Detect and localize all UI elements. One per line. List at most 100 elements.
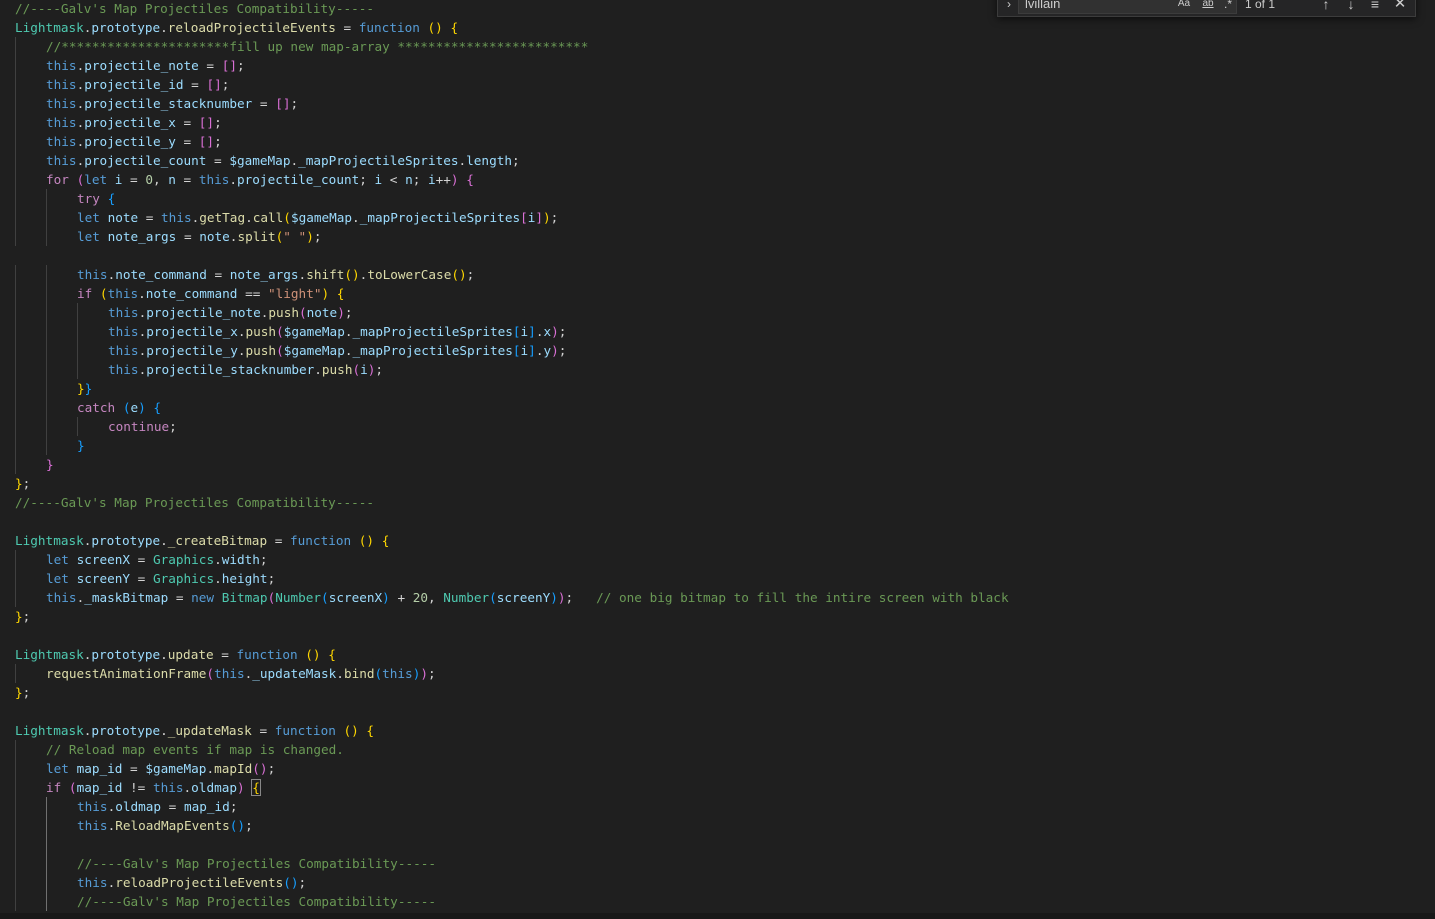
match-case-toggle[interactable]: Aa [1175, 0, 1193, 12]
indent-guide [15, 816, 16, 835]
code-token: . [160, 533, 168, 548]
code-token: () [343, 723, 359, 738]
code-token: this [108, 343, 139, 358]
code-token: //----Galv's Map Projectiles Compatibili… [77, 894, 437, 909]
code-token: ) [382, 590, 390, 605]
code-token: [ [520, 210, 528, 225]
code-token: . [229, 172, 238, 187]
code-line-content: let screenX = Graphics.width; [46, 550, 268, 569]
code-token: = [161, 799, 184, 814]
code-token: = [198, 58, 222, 73]
code-token: this [46, 590, 77, 605]
code-token: this [46, 77, 77, 92]
code-token: Number [443, 590, 490, 605]
code-token: $gameMap [283, 324, 345, 339]
code-token: ) [321, 286, 330, 301]
code-token: . [138, 286, 146, 301]
code-token: ( [68, 780, 77, 795]
code-token: ) [420, 666, 428, 681]
chevron-right-icon[interactable]: › [1002, 0, 1016, 11]
code-token: = [175, 134, 199, 149]
code-token: [ [512, 343, 521, 358]
arrow-up-icon[interactable]: ↑ [1317, 0, 1335, 13]
code-token: ; [565, 590, 597, 605]
code-token: ; [375, 362, 384, 377]
code-token: Bitmap [221, 590, 268, 605]
code-token: //----Galv's Map Projectiles Compatibili… [15, 1, 375, 16]
code-token: _mapProjectileSprites [359, 210, 521, 225]
code-token: ; [22, 609, 31, 624]
code-token: let [77, 229, 100, 244]
code-token: _mapProjectileSprites [352, 324, 513, 339]
code-token: x [543, 324, 552, 339]
code-token: ; [267, 571, 276, 586]
whole-word-toggle[interactable]: ab [1199, 0, 1217, 12]
indent-guide [15, 170, 16, 189]
code-token: Graphics [152, 571, 215, 586]
code-token: { [107, 191, 116, 206]
code-line-content: }} [77, 379, 92, 398]
code-line-content: let screenY = Graphics.height; [46, 569, 275, 588]
code-token: . [352, 210, 360, 225]
code-token: y [543, 343, 552, 358]
code-token: projectile_x [146, 324, 238, 339]
code-token: this [108, 305, 139, 320]
indent-guide [46, 341, 47, 360]
code-token: //----Galv's Map Projectiles Compatibili… [15, 495, 375, 510]
code-token: new [191, 590, 215, 605]
code-token: ; [412, 172, 428, 187]
find-input-box[interactable]: lvillain Aa ab .* [1018, 0, 1237, 14]
indent-guide [15, 75, 16, 94]
code-line-content: Lightmask.prototype.reloadProjectileEven… [15, 18, 458, 37]
code-token: ; [259, 552, 268, 567]
code-token: this [108, 324, 139, 339]
find-input[interactable]: lvillain [1025, 0, 1165, 13]
code-token: projectile_note [84, 58, 199, 73]
code-token: () [305, 647, 321, 662]
code-line-content: this. projectile_count = $gameMap._mapPro… [46, 151, 520, 170]
code-token: oldmap [191, 780, 238, 795]
code-token: update [167, 647, 214, 662]
indent-guide [15, 227, 16, 246]
code-line-content: this._maskBitmap = new Bitmap(Number(scr… [46, 588, 1009, 607]
indent-guide [77, 322, 78, 341]
code-line-content: continue; [108, 417, 177, 436]
indent-guide [15, 94, 16, 113]
code-token: projectile_count [237, 172, 360, 187]
code-token: ( [489, 590, 497, 605]
code-token: continue [108, 419, 170, 434]
regex-toggle[interactable]: .* [1221, 0, 1235, 12]
code-line-content: //**********************fill up new map-… [46, 37, 588, 56]
indent-guide [77, 417, 78, 436]
code-line-content: this.oldmap = map_id; [77, 797, 237, 816]
indent-guide [46, 208, 47, 227]
code-editor[interactable]: //----Galv's Map Projectiles Compatibili… [0, 0, 1435, 913]
indent-guide [77, 303, 78, 322]
code-token: , [152, 172, 169, 187]
code-token: [ [512, 324, 521, 339]
code-token: { [336, 286, 345, 301]
code-token: = [335, 20, 359, 35]
arrow-down-icon[interactable]: ↓ [1342, 0, 1360, 13]
close-icon[interactable]: ✕ [1391, 0, 1409, 13]
code-token: projectile_x [84, 115, 176, 130]
code-token: projectile_stacknumber [84, 96, 253, 111]
code-token: screenX [328, 590, 383, 605]
code-token: ; [550, 210, 559, 225]
code-line-content: //----Galv's Map Projectiles Compatibili… [77, 854, 436, 873]
code-token: projectile_stacknumber [146, 362, 315, 377]
code-token: } [15, 476, 23, 491]
code-token: { [328, 647, 336, 662]
indent-guide [15, 303, 16, 322]
code-token: this [161, 210, 192, 225]
find-in-selection-icon[interactable]: ≡ [1366, 0, 1384, 13]
code-token: _mapProjectileSprites [352, 343, 513, 358]
match-count: 1 of 1 [1245, 0, 1276, 11]
code-token: note [306, 305, 338, 320]
code-token: ( [283, 210, 291, 225]
code-line-content: this.projectile_id = []; [46, 75, 229, 94]
indent-guide [15, 379, 16, 398]
